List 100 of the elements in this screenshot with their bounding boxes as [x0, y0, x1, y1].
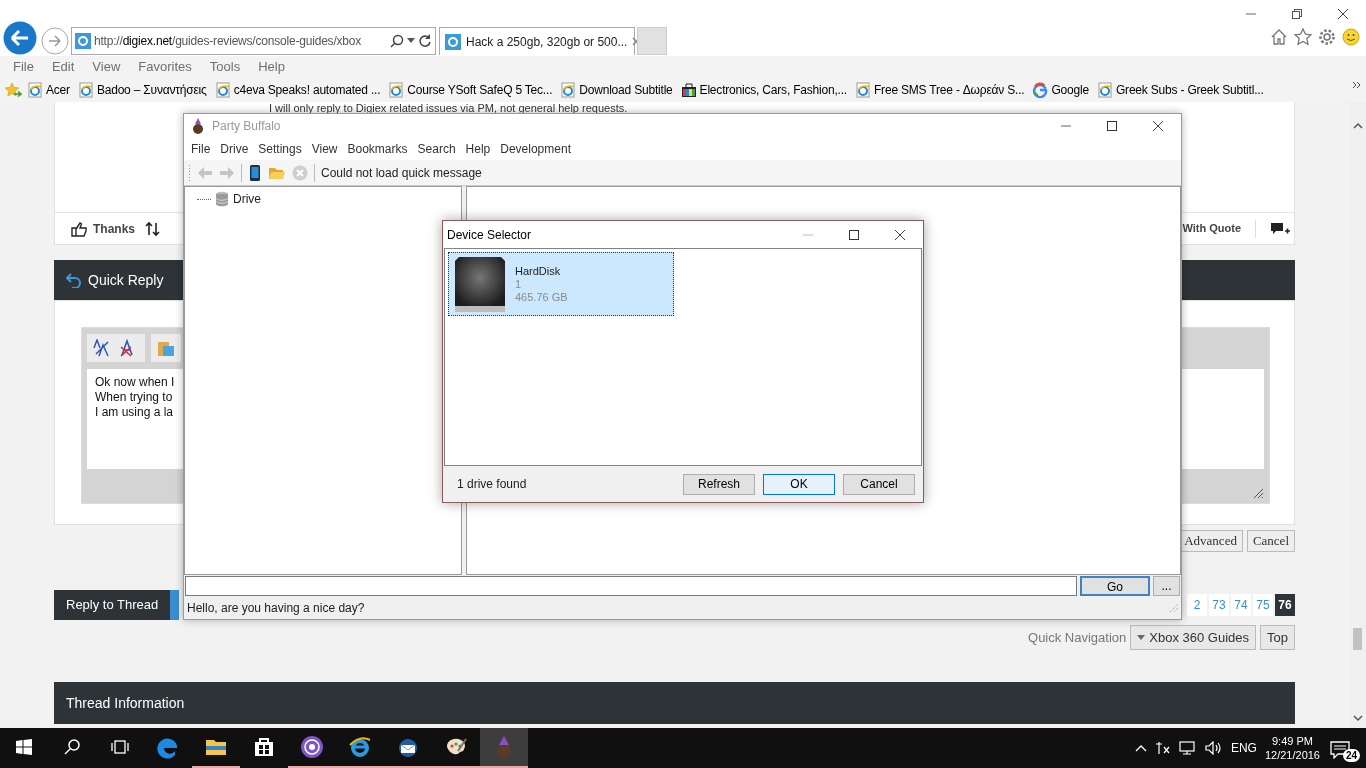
resize-grip-icon[interactable] [1169, 603, 1179, 613]
sort-arrows-icon[interactable] [145, 220, 161, 237]
maximize-icon [847, 228, 861, 241]
reply-thread-button[interactable]: Reply to Thread [54, 590, 171, 620]
dialog-button[interactable]: Refresh [683, 473, 755, 495]
message-line: Ok now when I [95, 375, 176, 390]
restore-icon[interactable] [1290, 8, 1304, 20]
thumbs-up-icon [71, 220, 89, 237]
chevron-up-icon[interactable] [1134, 744, 1147, 752]
chevron-icon[interactable] [1352, 80, 1362, 90]
quote-plus-icon[interactable] [1270, 221, 1290, 236]
favorite-link[interactable]: Acer [24, 81, 73, 99]
page-link[interactable]: 73 [1209, 594, 1229, 616]
menu-item[interactable]: Edit [42, 57, 84, 77]
go-button[interactable]: Go [1080, 576, 1150, 596]
shopping-bag-icon [252, 735, 276, 759]
network-icon[interactable] [1178, 741, 1197, 755]
input-method-icon[interactable] [1154, 741, 1171, 755]
disc-icon [300, 735, 324, 759]
favorite-link[interactable]: Course YSoft SafeQ 5 Tec... [385, 81, 556, 99]
dialog-title: Device Selector [447, 226, 532, 244]
favorite-link[interactable]: Badoo – Συναντήσεις [74, 81, 210, 99]
star-icon[interactable] [1294, 28, 1312, 46]
web-page-icon [855, 82, 871, 98]
notifications-button[interactable]: 24 [1328, 733, 1358, 763]
favorite-link[interactable]: Free SMS Tree - Δωρεάν S... [852, 81, 1028, 99]
top-button[interactable]: Top [1260, 625, 1295, 650]
dialog-button[interactable]: OK [763, 473, 835, 495]
refresh-icon[interactable] [418, 34, 432, 48]
section-title: Quick Reply [88, 270, 164, 290]
dropdown-icon[interactable] [407, 38, 415, 44]
menu-item[interactable]: View [306, 140, 343, 158]
favorite-link[interactable]: Download Subtitle [557, 81, 676, 99]
url-text: http://digiex.net/guides-reviews/console-guides/xbox [94, 33, 363, 50]
search-icon[interactable] [390, 34, 404, 48]
maximize-icon [1105, 120, 1119, 132]
device-item[interactable]: HardDisk 1 465.76 GB [448, 252, 674, 316]
web-page-icon [388, 82, 405, 98]
menu-item[interactable]: File [186, 140, 216, 158]
dialog-button[interactable]: Cancel [843, 473, 915, 495]
database-icon [214, 191, 230, 207]
scroll-up-icon[interactable] [1352, 122, 1363, 130]
menu-item[interactable]: View [83, 57, 130, 77]
page-link[interactable]: 74 [1231, 594, 1251, 616]
favorite-link[interactable]: Electronics, Cars, Fashion,... [677, 81, 850, 99]
menu-item[interactable]: Favorites [129, 57, 201, 77]
volume-icon[interactable] [1204, 741, 1223, 755]
tree-item[interactable]: Drive [233, 190, 261, 208]
home-icon[interactable] [1270, 28, 1288, 46]
message-line: I am using a la [95, 405, 175, 420]
web-page-icon [214, 82, 231, 98]
favorite-link[interactable]: c4eva Speaks! automated ... [211, 81, 384, 99]
signature-text: I will only reply to Digiex related issues via PM, not general help requests. [268, 102, 629, 114]
site-icon [75, 33, 91, 49]
address-bar[interactable]: http://digiex.net/guides-reviews/console-guides/xbox [71, 27, 436, 55]
menu-item[interactable]: Settings [253, 140, 307, 158]
close-icon[interactable] [1336, 8, 1350, 20]
page-link[interactable]: 76 [1275, 594, 1295, 616]
back-button[interactable] [3, 21, 37, 55]
command-field[interactable] [185, 576, 1077, 596]
browser-tab[interactable]: Hack a 250gb, 320gb or 500... [439, 27, 635, 55]
hard-disk-icon [453, 255, 507, 313]
add-favorite-icon[interactable] [4, 82, 22, 98]
phone-icon[interactable] [248, 163, 262, 182]
scroll-down-icon[interactable] [1352, 714, 1363, 722]
resize-grip-icon[interactable] [1252, 487, 1264, 499]
window-title: Party Buffalo [212, 118, 281, 135]
close-icon [893, 228, 907, 241]
menu-item[interactable]: Drive [215, 140, 254, 158]
menu-item[interactable]: Help [249, 57, 294, 77]
reply-option-button[interactable] [170, 590, 180, 620]
scroll-thumb[interactable] [1353, 628, 1362, 650]
settings-icon[interactable] [1318, 28, 1336, 46]
menu-item[interactable]: Tools [200, 57, 250, 77]
page-link[interactable]: 2 [1187, 594, 1207, 616]
menu-item[interactable]: File [4, 57, 43, 77]
close-icon [1151, 120, 1165, 132]
navigation-dropdown[interactable]: Xbox 360 Guides [1130, 625, 1257, 650]
menu-item[interactable]: Development [495, 140, 576, 158]
clock[interactable]: 9:49 PM 12/21/2016 [1264, 734, 1320, 762]
quote-link[interactable]: With Quote [1182, 220, 1241, 237]
smiley-icon[interactable] [1342, 28, 1360, 46]
tab-label: Hack a 250gb, 320gb or 500... [466, 33, 628, 51]
menu-item[interactable]: Help [460, 140, 496, 158]
favorite-link[interactable]: Google [1029, 81, 1092, 99]
browse-button[interactable]: ... [1153, 576, 1180, 596]
menu-item[interactable]: Search [412, 140, 461, 158]
form-button[interactable]: Cancel [1246, 530, 1295, 552]
language-indicator[interactable]: ENG [1230, 739, 1257, 757]
notification-count: 24 [1342, 749, 1360, 762]
menu-item[interactable]: Bookmarks [342, 140, 413, 158]
thanks-link[interactable]: Thanks [71, 219, 135, 238]
toolbar-grip-icon [188, 163, 191, 182]
task-view-icon [111, 740, 129, 754]
section-title: Thread Information [66, 693, 185, 713]
page-link[interactable]: 75 [1253, 594, 1273, 616]
web-page-icon [77, 82, 94, 98]
site-icon [445, 33, 461, 50]
favorite-link[interactable]: Greek Subs - Greek Subtitl... [1093, 81, 1267, 99]
format-button[interactable] [87, 334, 145, 362]
